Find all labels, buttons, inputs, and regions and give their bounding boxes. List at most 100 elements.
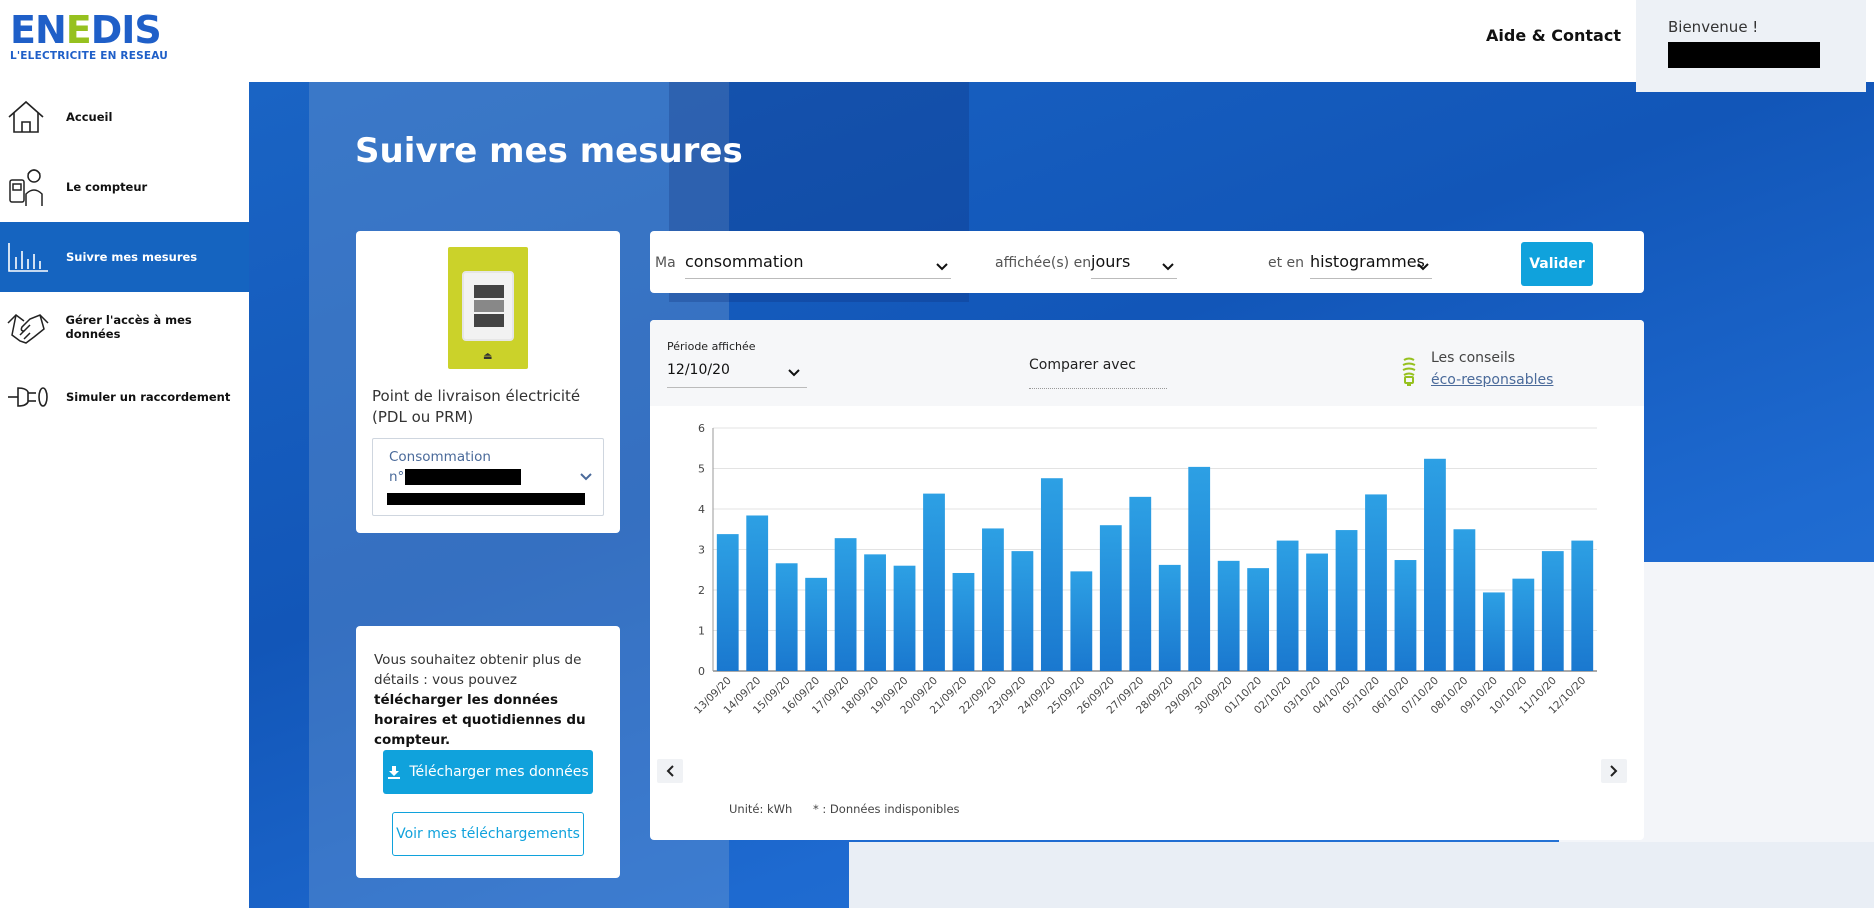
filter-displayed-in-label: affichée(s) en	[995, 255, 1092, 271]
sidebar-item-label: Accueil	[66, 110, 113, 124]
bar-07/10/20[interactable]	[1424, 458, 1446, 671]
chevron-down-icon	[1161, 257, 1175, 276]
bar-24/09/20[interactable]	[1040, 478, 1063, 671]
bar-20/09/20[interactable]	[923, 493, 945, 671]
chart-type-select[interactable]: histogrammes	[1310, 247, 1432, 279]
bar-16/09/20[interactable]	[805, 577, 828, 671]
measure-select[interactable]: consommation	[685, 247, 951, 279]
y-tick-label: 4	[698, 503, 705, 516]
meter-illustration: ⏏	[448, 247, 528, 369]
bar-12/10/20[interactable]	[1571, 540, 1594, 671]
chart-toolbar: Période affichée 12/10/20 Comparer avec …	[650, 320, 1644, 406]
bar-15/09/20[interactable]	[775, 563, 798, 671]
delivery-point-label: Point de livraison électricité (PDL ou P…	[372, 387, 581, 426]
logo-wordmark: ENEDIS	[10, 11, 168, 49]
lightbulb-icon	[1400, 356, 1418, 392]
y-tick-label: 6	[698, 422, 705, 435]
bar-08/10/20[interactable]	[1453, 529, 1476, 671]
bar-29/09/20[interactable]	[1188, 466, 1211, 671]
filter-and-in-label: et en	[1268, 255, 1305, 271]
help-contact-link[interactable]: Aide & Contact	[1486, 26, 1621, 45]
redacted-username	[1668, 42, 1820, 68]
sidebar-item-measures[interactable]: Suivre mes mesures	[0, 222, 249, 292]
meter-screen	[462, 271, 514, 341]
bar-28/09/20[interactable]	[1158, 564, 1181, 671]
welcome-text: Bienvenue !	[1668, 18, 1759, 36]
sidebar-item-label: Le compteur	[66, 180, 148, 194]
house-icon	[6, 95, 58, 139]
bar-02/10/20[interactable]	[1276, 540, 1299, 671]
bar-19/09/20[interactable]	[893, 565, 916, 671]
delivery-point-select[interactable]: Consommation n°	[372, 438, 604, 516]
top-header: ENEDIS L'ELECTRICITE EN RESEAU Aide & Co…	[0, 0, 1874, 92]
bar-11/10/20[interactable]	[1541, 551, 1564, 671]
bar-23/09/20[interactable]	[1011, 551, 1034, 671]
y-tick-label: 2	[698, 584, 705, 597]
bar-14/09/20[interactable]	[746, 515, 769, 671]
sidebar-item-label: Suivre mes mesures	[66, 250, 198, 264]
download-description-bold: télécharger les données horaires et quot…	[374, 692, 586, 748]
bar-25/09/20[interactable]	[1070, 571, 1093, 671]
y-tick-label: 5	[698, 463, 705, 476]
chevron-down-icon	[1416, 257, 1430, 276]
download-data-button[interactable]: Télécharger mes données	[383, 750, 593, 794]
previous-period-button[interactable]	[657, 759, 683, 783]
compare-with-select[interactable]: Comparer avec	[1029, 357, 1167, 389]
validate-button[interactable]: Valider	[1521, 242, 1593, 286]
sidebar-item-home[interactable]: Accueil	[0, 82, 249, 152]
enedis-logo[interactable]: ENEDIS L'ELECTRICITE EN RESEAU	[10, 11, 168, 62]
handshake-icon	[6, 305, 58, 349]
bar-22/09/20[interactable]	[982, 528, 1004, 671]
technician-icon	[6, 165, 58, 209]
filter-ma-label: Ma	[655, 255, 676, 271]
bar-30/09/20[interactable]	[1217, 560, 1240, 671]
granularity-select[interactable]: jours	[1091, 247, 1177, 279]
download-card: Vous souhaitez obtenir plus de détails :…	[356, 626, 620, 878]
hero-bottom-band	[849, 842, 1874, 908]
bar-05/10/20[interactable]	[1365, 494, 1387, 671]
measure-select-value: consommation	[685, 252, 804, 271]
period-select-value: 12/10/20	[667, 362, 730, 378]
y-tick-label: 1	[698, 625, 705, 638]
eco-tips-link[interactable]: éco-responsables	[1431, 372, 1553, 388]
chart-card: Période affichée 12/10/20 Comparer avec …	[650, 320, 1644, 840]
download-description: Vous souhaitez obtenir plus de détails :…	[374, 650, 606, 750]
sidebar-item-data-access[interactable]: Gérer l'accès à mes données	[0, 292, 249, 362]
chart-unavailable-note: * : Données indisponibles	[813, 802, 960, 816]
bar-21/09/20[interactable]	[952, 572, 975, 671]
bar-18/09/20[interactable]	[864, 554, 886, 671]
bar-17/09/20[interactable]	[834, 538, 857, 671]
sidebar-item-label: Gérer l'accès à mes données	[65, 313, 192, 341]
bar-04/10/20[interactable]	[1335, 530, 1358, 671]
download-icon	[388, 766, 401, 779]
download-data-label: Télécharger mes données	[409, 764, 589, 780]
filter-bar: Ma consommation affichée(s) en jours et …	[650, 231, 1644, 293]
bar-13/09/20[interactable]	[716, 534, 739, 671]
sidebar-item-connection[interactable]: Simuler un raccordement	[0, 362, 249, 432]
bar-10/10/20[interactable]	[1512, 578, 1535, 671]
bar-09/10/20[interactable]	[1482, 592, 1505, 671]
logo-part-c: DIS	[90, 8, 162, 52]
bar-26/09/20[interactable]	[1099, 525, 1122, 671]
sidebar-item-label: Simuler un raccordement	[66, 390, 231, 404]
consumption-chart: 012345613/09/2014/09/2015/09/2016/09/201…	[692, 422, 1597, 716]
view-downloads-button[interactable]: Voir mes téléchargements	[392, 812, 584, 856]
logo-tagline: L'ELECTRICITE EN RESEAU	[10, 50, 168, 62]
delivery-point-type: Consommation	[389, 449, 491, 465]
tips-label: Les conseils	[1431, 350, 1516, 366]
bar-01/10/20[interactable]	[1247, 568, 1270, 671]
meter-card: ⏏ Point de livraison électricité (PDL ou…	[356, 231, 620, 533]
next-period-button[interactable]	[1601, 759, 1627, 783]
chevron-left-icon	[666, 765, 674, 777]
meter-plug-icon: ⏏	[483, 351, 493, 362]
page-title: Suivre mes mesures	[355, 131, 743, 171]
bar-03/10/20[interactable]	[1306, 553, 1328, 671]
bar-06/10/20[interactable]	[1394, 560, 1417, 671]
period-select[interactable]: 12/10/20	[667, 356, 807, 388]
bar-27/09/20[interactable]	[1129, 496, 1152, 671]
welcome-box[interactable]: Bienvenue !	[1636, 0, 1866, 92]
chevron-down-icon	[579, 467, 593, 486]
redacted-pdl-address	[387, 493, 585, 505]
sidebar-item-meter[interactable]: Le compteur	[0, 152, 249, 222]
download-description-plain: Vous souhaitez obtenir plus de détails :…	[374, 652, 582, 688]
